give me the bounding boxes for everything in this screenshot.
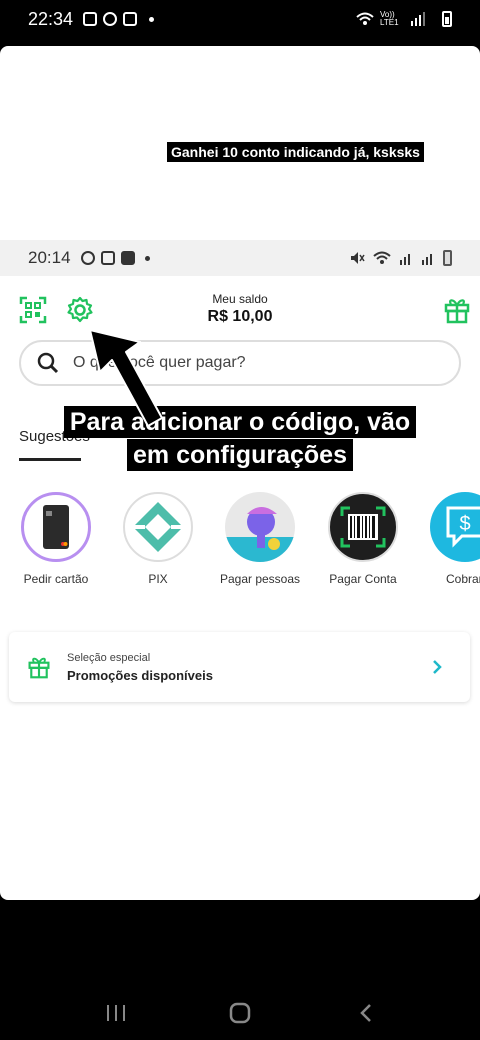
network-label: Vo)) LTE1 xyxy=(380,10,399,27)
wifi-icon xyxy=(373,251,391,264)
balance-label: Meu saldo xyxy=(212,292,268,306)
notification-icons xyxy=(83,12,155,26)
shortcut-label: PIX xyxy=(148,572,168,586)
barcode-icon xyxy=(328,492,398,562)
overlay-caption-line2: em configurações xyxy=(127,439,353,471)
shortcut-label: Pedir cartão xyxy=(23,572,89,586)
app-header: Meu saldo R$ 10,00 xyxy=(0,276,480,340)
outer-status-right: Vo)) LTE1 xyxy=(356,11,452,27)
instagram-notification-icon xyxy=(123,12,138,26)
gallery-notification-icon xyxy=(83,12,98,26)
gift-icon xyxy=(28,657,50,679)
outer-clock: 22:34 xyxy=(28,8,74,29)
home-icon[interactable] xyxy=(229,1002,251,1024)
whatsapp-notification-icon xyxy=(103,12,118,26)
shortcut-row: Pedir cartão PIX Pagar pessoas Pagar Con… xyxy=(0,492,480,592)
recent-apps-icon[interactable] xyxy=(105,1003,127,1023)
shortcut-cobrar[interactable]: $ Cobrar xyxy=(415,492,480,586)
promo-subtitle: Seleção especial xyxy=(67,652,151,664)
gift-icon[interactable] xyxy=(443,296,471,324)
top-caption: Ganhei 10 conto indicando já, ksksks xyxy=(167,142,424,162)
battery-icon xyxy=(442,11,452,27)
wifi-icon xyxy=(356,12,374,25)
charge-icon: $ xyxy=(430,492,480,562)
whatsapp-notification-icon xyxy=(80,251,95,265)
promo-card[interactable]: Seleção especial Promoções disponíveis xyxy=(9,632,470,702)
shortcut-pagar-pessoas[interactable]: Pagar pessoas xyxy=(210,492,310,586)
back-icon[interactable] xyxy=(358,1003,374,1023)
app-notification-icon xyxy=(120,251,135,265)
card-icon xyxy=(21,492,91,562)
instagram-notification-icon xyxy=(100,251,115,265)
arrow-annotation-icon xyxy=(89,329,163,427)
promo-title: Promoções disponíveis xyxy=(67,668,213,683)
battery-icon xyxy=(443,250,452,266)
shortcut-label: Pagar Conta xyxy=(329,572,397,586)
signal-icon xyxy=(411,12,425,26)
inner-clock: 20:14 xyxy=(28,248,71,267)
pix-icon xyxy=(123,492,193,562)
system-nav-bar xyxy=(0,990,480,1036)
signal-icon-2 xyxy=(422,254,432,265)
inner-status-bar: 20:14 xyxy=(0,240,480,276)
search-icon xyxy=(37,352,59,374)
balance-value[interactable]: R$ 10,00 xyxy=(0,308,480,326)
overlay-caption-2: em configurações xyxy=(0,435,480,475)
shortcut-label: Cobrar xyxy=(446,572,480,586)
svg-text:$: $ xyxy=(459,513,470,535)
dot-icon xyxy=(149,16,155,22)
shortcut-pix[interactable]: PIX xyxy=(108,492,208,586)
signal-icon xyxy=(400,254,410,265)
shortcut-pedir-cartao[interactable]: Pedir cartão xyxy=(6,492,106,586)
shortcut-label: Pagar pessoas xyxy=(219,572,301,586)
pay-people-icon xyxy=(225,492,295,562)
shortcut-pagar-conta[interactable]: Pagar Conta xyxy=(313,492,413,586)
screen: 22:34 Vo)) LTE1 Ganhei 10 conto indicand… xyxy=(0,0,480,1040)
chevron-right-icon xyxy=(433,660,442,674)
outer-status-bar: 22:34 Vo)) LTE1 xyxy=(0,0,480,38)
dot-icon xyxy=(144,255,150,261)
inner-status-right xyxy=(349,250,452,266)
mute-icon xyxy=(351,252,365,264)
inner-app-screenshot: 20:14 Meu saldo R$ 10,00 O que você quer… xyxy=(0,240,480,900)
